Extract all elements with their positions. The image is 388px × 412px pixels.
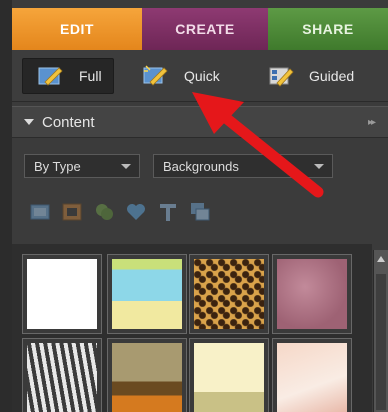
clipart-icon[interactable] — [92, 200, 116, 224]
thumbnail-image — [112, 343, 182, 412]
thumbnail-image — [27, 343, 97, 412]
thumbnail-autumn[interactable] — [107, 338, 187, 412]
content-panel-header[interactable]: Content ▸▸ — [12, 106, 388, 138]
thumbnail-leopard[interactable] — [189, 254, 269, 334]
content-filter-icons — [28, 200, 212, 228]
thumbnail-image — [277, 259, 347, 329]
category-value: Backgrounds — [163, 158, 239, 174]
panel-menu-icon[interactable]: ▸▸ — [368, 117, 376, 128]
frame-icon[interactable] — [28, 200, 52, 224]
workspace-tabs: EDIT CREATE SHARE — [12, 8, 388, 50]
text-icon[interactable] — [156, 200, 180, 224]
tab-edit[interactable]: EDIT — [12, 8, 142, 50]
scroll-track[interactable] — [376, 274, 386, 410]
quick-edit-label: Quick — [184, 68, 220, 84]
chevron-down-icon — [314, 164, 324, 169]
thumbnail-image — [112, 259, 182, 329]
tab-share[interactable]: SHARE — [268, 8, 388, 50]
heart-icon[interactable] — [124, 200, 148, 224]
full-edit-label: Full — [79, 68, 102, 84]
guided-edit-icon — [269, 67, 294, 87]
left-edge — [0, 0, 12, 412]
thumbnail-peach[interactable] — [272, 338, 352, 412]
guided-edit-button[interactable]: Guided — [267, 58, 387, 94]
thumbnail-white[interactable] — [22, 254, 102, 334]
quick-edit-icon — [143, 65, 168, 86]
edit-mode-bar: Full Quick Guided — [12, 50, 388, 102]
quick-edit-button[interactable]: Quick — [142, 58, 242, 94]
full-edit-icon — [38, 67, 63, 86]
thumbnail-pink-grunge[interactable] — [272, 254, 352, 334]
collapse-triangle-icon[interactable] — [24, 119, 34, 125]
guided-edit-label: Guided — [309, 68, 355, 84]
chevron-down-icon — [121, 164, 131, 169]
thumbnail-image — [277, 343, 347, 412]
full-edit-button[interactable]: Full — [22, 58, 114, 94]
thumbnail-image — [194, 343, 264, 412]
scroll-up-arrow-icon[interactable] — [377, 256, 385, 262]
picture-frame-icon[interactable] — [60, 200, 84, 224]
tab-create[interactable]: CREATE — [142, 8, 268, 50]
thumbnail-scrollbar[interactable] — [373, 250, 388, 412]
thumbnail-image — [27, 259, 97, 329]
thumbnail-cream[interactable] — [189, 338, 269, 412]
thumbnail-scrapbook[interactable] — [107, 254, 187, 334]
thumbnail-zebra[interactable] — [22, 338, 102, 412]
by-type-value: By Type — [34, 158, 81, 174]
content-panel-title: Content — [42, 113, 95, 131]
category-dropdown[interactable]: Backgrounds — [153, 154, 333, 178]
layered-icon[interactable] — [188, 200, 212, 224]
thumbnail-image — [194, 259, 264, 329]
by-type-dropdown[interactable]: By Type — [24, 154, 140, 178]
